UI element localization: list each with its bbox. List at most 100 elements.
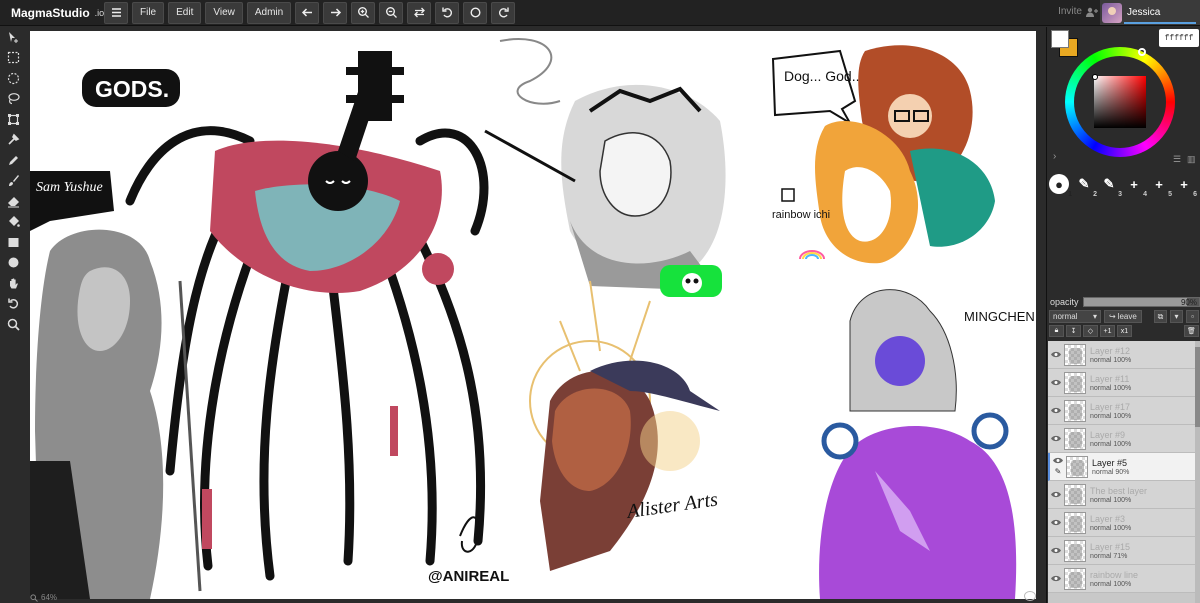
delete-layer-button[interactable]: 🗑︎ <box>1184 325 1199 337</box>
tool-eraser[interactable] <box>0 191 26 212</box>
reset-rotation-button[interactable] <box>463 1 488 24</box>
tool-pencil[interactable] <box>0 150 26 171</box>
logo[interactable]: MagmaStudio .io <box>0 5 104 21</box>
canvas-area[interactable]: GODS. Sam Yushue Dog... God..? rainbow i… <box>26 27 1042 603</box>
brush-preset-1[interactable]: ● 1 <box>1049 174 1072 198</box>
user-color-bar <box>1124 22 1196 24</box>
merge-down-button[interactable]: +1 <box>1100 325 1115 337</box>
brush-preset-3[interactable]: ✎ 3 <box>1099 174 1122 198</box>
layer-row[interactable]: Layer #15 normal 71% <box>1048 537 1195 565</box>
brush-preset-5[interactable]: +5 <box>1149 174 1172 199</box>
brush-preset-number: 1 <box>1068 191 1072 198</box>
rotate-left-icon <box>442 7 452 18</box>
leave-button[interactable]: ↪ leave <box>1104 310 1142 323</box>
tool-ellipse[interactable] <box>0 253 26 274</box>
tool-move[interactable] <box>0 27 26 48</box>
brush-preset-6[interactable]: +6 <box>1174 174 1197 199</box>
redo-button[interactable] <box>323 1 348 24</box>
palette-icon[interactable]: ▥ <box>1187 154 1196 165</box>
zoom-in-button[interactable] <box>351 1 376 24</box>
brush-preset-number: 6 <box>1193 191 1197 198</box>
drawing-canvas[interactable]: GODS. Sam Yushue Dog... God..? rainbow i… <box>30 31 1036 599</box>
visibility-toggle[interactable] <box>1048 341 1064 369</box>
visibility-toggle[interactable] <box>1048 537 1064 565</box>
lock-layer-button[interactable]: 🔒︎ <box>1049 325 1064 337</box>
hex-color-input[interactable]: ffffff <box>1159 29 1199 47</box>
visibility-toggle[interactable] <box>1048 509 1064 537</box>
sv-picker-handle[interactable] <box>1092 74 1098 80</box>
eye-icon <box>1051 407 1061 414</box>
tool-fill[interactable] <box>0 212 26 233</box>
brush-preset-4[interactable]: +4 <box>1124 174 1147 199</box>
tool-lasso[interactable] <box>0 89 26 110</box>
merge-all-button[interactable]: x1 <box>1117 325 1132 337</box>
saturation-value-picker[interactable] <box>1094 76 1146 128</box>
zoom-out-button[interactable] <box>379 1 404 24</box>
dog-speech: Dog... God..? <box>784 68 867 84</box>
layer-list[interactable]: Layer #12 normal 100% Layer #11 normal 100%… <box>1048 341 1195 603</box>
edit-menu-button[interactable]: Edit <box>168 1 202 24</box>
expand-panel-chevron-icon[interactable]: › <box>1053 151 1056 162</box>
chat-icon[interactable] <box>1024 591 1036 601</box>
eye-icon <box>1051 491 1061 498</box>
invite-button[interactable]: Invite <box>1058 6 1098 17</box>
rotate-left-button[interactable] <box>435 1 460 24</box>
tool-brush[interactable] <box>0 171 26 192</box>
tool-rectangle[interactable] <box>0 232 26 253</box>
zoom-in-icon <box>357 7 369 18</box>
rotate-right-button[interactable] <box>491 1 516 24</box>
layer-row[interactable]: Layer #17 normal 100% <box>1048 397 1195 425</box>
scrollbar-thumb[interactable] <box>1195 347 1200 427</box>
erase-layer-button[interactable]: ◇ <box>1083 325 1098 337</box>
layer-row[interactable]: Layer #12 normal 100% <box>1048 341 1195 369</box>
hamburger-menu-button[interactable] <box>104 1 128 24</box>
primary-color-swatch[interactable] <box>1051 30 1069 48</box>
tool-rotate[interactable] <box>0 294 26 315</box>
canvas-artwork: GODS. Sam Yushue Dog... God..? rainbow i… <box>30 38 1036 599</box>
opacity-row: opacity 90% <box>1050 295 1200 308</box>
undo-button[interactable] <box>295 1 320 24</box>
view-menu-button[interactable]: View <box>205 1 243 24</box>
admin-menu-button[interactable]: Admin <box>246 1 292 24</box>
eraser-small-icon: ◇ <box>1087 328 1094 335</box>
layer-row[interactable]: Layer #11 normal 100% <box>1048 369 1195 397</box>
lock-icon: 🔒︎ <box>1054 327 1059 334</box>
tool-eyedropper[interactable] <box>0 130 26 151</box>
opacity-slider[interactable]: 90% <box>1082 296 1200 307</box>
layer-row[interactable]: The best layer normal 100% <box>1048 481 1195 509</box>
tool-hand[interactable] <box>0 273 26 294</box>
layer-duplicate-button[interactable]: ⧉ <box>1154 310 1167 323</box>
zoom-indicator[interactable]: 64% <box>30 593 57 602</box>
visibility-toggle[interactable] <box>1048 425 1064 453</box>
hue-picker-handle[interactable] <box>1138 48 1146 56</box>
new-layer-button[interactable]: ▫ <box>1186 310 1199 323</box>
visibility-toggle[interactable] <box>1048 369 1064 397</box>
anireal-label: @ANIREAL <box>428 568 509 585</box>
visibility-toggle[interactable] <box>1048 397 1064 425</box>
layer-row[interactable]: Layer #3 normal 100% <box>1048 509 1195 537</box>
visibility-toggle[interactable] <box>1048 481 1064 509</box>
tool-zoom[interactable] <box>0 314 26 335</box>
file-menu-button[interactable]: File <box>132 1 165 24</box>
layer-row[interactable]: ✎ Layer #5 normal 90% <box>1048 453 1195 481</box>
mingchen-drawing: MINGCHEN SHEN <box>819 289 1036 599</box>
visibility-toggle[interactable] <box>1048 565 1064 593</box>
flip-button[interactable] <box>407 1 432 24</box>
layer-thumbnail <box>1066 455 1088 478</box>
clip-layer-button[interactable]: ↧ <box>1066 325 1081 337</box>
layer-row[interactable]: rainbow line normal 100% <box>1048 565 1195 593</box>
layer-name: Layer #5 <box>1092 457 1128 468</box>
avatar <box>1102 2 1122 23</box>
blend-mode-select[interactable]: normal ▾ <box>1049 310 1101 323</box>
tool-lasso-select[interactable] <box>0 68 26 89</box>
user-badge[interactable]: Jessica <box>1100 0 1200 25</box>
layer-list-scrollbar[interactable] <box>1195 341 1200 603</box>
visibility-toggle[interactable]: ✎ <box>1050 453 1066 481</box>
color-wheel[interactable] <box>1065 47 1175 157</box>
tool-rect-select[interactable] <box>0 48 26 69</box>
layer-options-chevron-icon[interactable]: ▾ <box>1170 310 1183 323</box>
tool-transform[interactable] <box>0 109 26 130</box>
sliders-icon[interactable]: ☰ <box>1173 154 1181 165</box>
layer-row[interactable]: Layer #9 normal 100% <box>1048 425 1195 453</box>
brush-preset-2[interactable]: ✎ 2 <box>1074 174 1097 198</box>
